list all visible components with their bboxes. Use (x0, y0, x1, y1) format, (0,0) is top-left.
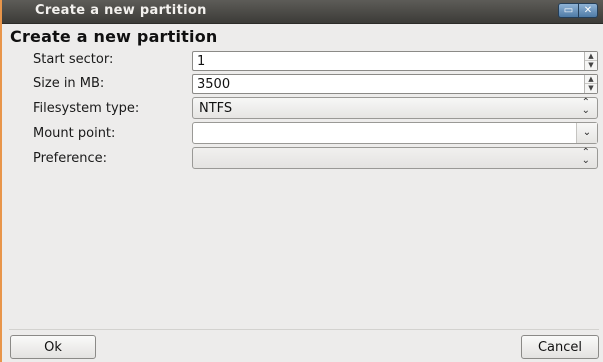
spin-up-icon[interactable]: ▲ (585, 52, 597, 61)
filesystem-type-select[interactable]: NTFS ⌃ ⌄ (192, 97, 598, 119)
spin-up-icon[interactable]: ▲ (585, 75, 597, 84)
start-sector-spinbox[interactable]: 1 ▲ ▼ (192, 51, 598, 71)
cancel-button[interactable]: Cancel (521, 335, 599, 359)
mount-point-label: Mount point: (33, 126, 116, 141)
dialog-window: Create a new partition ▭ ✕ Create a new … (2, 0, 603, 362)
start-sector-label: Start sector: (33, 52, 114, 67)
title-bar[interactable]: Create a new partition ▭ ✕ (2, 0, 603, 24)
size-mb-spinbox[interactable]: 3500 ▲ ▼ (192, 74, 598, 94)
dialog-heading: Create a new partition (10, 27, 218, 46)
filesystem-type-value: NTFS (199, 101, 233, 116)
minimize-button[interactable]: ▭ (558, 3, 578, 18)
ok-button[interactable]: Ok (10, 335, 96, 359)
updown-chevron-icon: ⌃ ⌄ (581, 97, 590, 116)
chevron-down-icon[interactable]: ⌄ (576, 123, 597, 143)
start-sector-value[interactable]: 1 (197, 54, 205, 69)
window-title: Create a new partition (35, 3, 207, 18)
spin-down-icon[interactable]: ▼ (585, 61, 597, 70)
updown-chevron-icon: ⌃ ⌄ (581, 147, 590, 166)
minimize-icon: ▭ (563, 5, 574, 16)
close-button[interactable]: ✕ (578, 3, 598, 18)
window-controls: ▭ ✕ (558, 3, 598, 18)
spin-down-icon[interactable]: ▼ (585, 84, 597, 93)
size-mb-value[interactable]: 3500 (197, 77, 230, 92)
preference-select[interactable]: ⌃ ⌄ (192, 147, 598, 169)
preference-label: Preference: (33, 151, 108, 166)
start-sector-stepper: ▲ ▼ (584, 52, 597, 70)
filesystem-type-label: Filesystem type: (33, 101, 140, 116)
size-mb-stepper: ▲ ▼ (584, 75, 597, 93)
button-separator (9, 329, 599, 330)
close-icon: ✕ (583, 5, 593, 16)
size-mb-label: Size in MB: (33, 76, 105, 91)
mount-point-combo[interactable]: ⌄ (192, 122, 598, 144)
